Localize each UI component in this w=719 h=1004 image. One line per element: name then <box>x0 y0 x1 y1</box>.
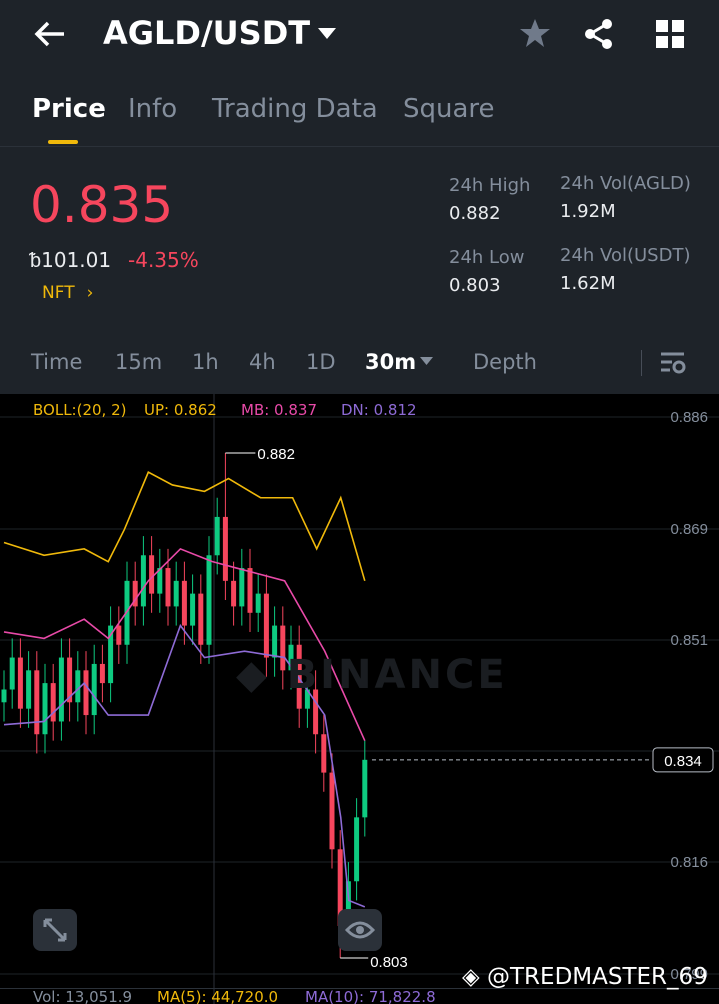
max-price-label: 0.882 <box>257 446 295 463</box>
candle-body <box>26 670 32 709</box>
candle-body <box>99 663 105 684</box>
boll-dn: DN: 0.812 <box>341 401 417 419</box>
watermark-text: @TREDMASTER_69 <box>487 964 708 990</box>
low-label: 24h Low <box>449 247 525 268</box>
candle-body <box>50 683 56 722</box>
y-tick-label: 0.886 <box>670 409 708 426</box>
candle-body <box>9 657 15 690</box>
nft-tag-link[interactable]: NFT › <box>42 283 93 303</box>
min-price-label: 0.803 <box>370 954 408 971</box>
dropdown-icon[interactable] <box>318 28 336 40</box>
vol-quote-value: 1.62M <box>560 273 616 294</box>
boll-mb: MB: 0.837 <box>241 401 317 419</box>
interval-1h[interactable]: 1h <box>192 350 219 374</box>
visibility-button[interactable] <box>338 909 382 951</box>
candle-body <box>34 670 40 735</box>
grid-menu-icon[interactable] <box>656 20 684 48</box>
candle-body <box>1 689 7 703</box>
interval-4h[interactable]: 4h <box>249 350 276 374</box>
candle-body <box>362 759 368 818</box>
candle-body <box>165 568 171 607</box>
interval-1d[interactable]: 1D <box>306 350 336 374</box>
watermark-handle: ◈ @TREDMASTER_69 <box>462 964 708 990</box>
price-change: -4.35% <box>128 248 199 272</box>
price-chart[interactable]: 0.886 0.869 0.851 0.816 0.799 0.882 0.803 0.834… <box>0 394 719 1004</box>
low-value: 0.803 <box>449 275 501 296</box>
divider <box>0 146 719 147</box>
fiat-price: ᵬ101.01 <box>30 248 112 272</box>
high-value: 0.882 <box>449 203 501 224</box>
candle-body <box>75 670 81 703</box>
candle-body <box>231 580 237 607</box>
candle-body <box>190 593 196 626</box>
chevron-right-icon: › <box>86 283 94 303</box>
interval-time[interactable]: Time <box>31 350 82 374</box>
candle-body <box>17 657 23 709</box>
candle-body <box>173 580 179 607</box>
candle-body <box>91 663 97 716</box>
tab-square[interactable]: Square <box>403 94 495 124</box>
y-tick-label: 0.816 <box>670 854 708 871</box>
vol-quote-label: 24h Vol(USDT) <box>560 245 691 266</box>
candle-body <box>140 555 146 607</box>
expand-icon <box>43 918 67 942</box>
volume-value: Vol: 13,051.9 <box>33 988 133 1004</box>
candle-body <box>321 734 327 773</box>
candle-body <box>222 516 228 581</box>
candle-body <box>214 516 220 556</box>
interval-depth[interactable]: Depth <box>473 350 537 374</box>
share-icon[interactable] <box>583 18 615 50</box>
chart-settings-icon[interactable] <box>660 352 686 374</box>
current-price-label: 0.834 <box>664 753 702 770</box>
candle-body <box>116 625 122 645</box>
candle-body <box>58 657 64 722</box>
tab-info[interactable]: Info <box>128 94 177 124</box>
volume-ma10: MA(10): 71,822.8 <box>305 988 436 1004</box>
vol-base-value: 1.92M <box>560 201 616 222</box>
candle-body <box>206 555 212 645</box>
interval-dropdown-icon[interactable] <box>420 357 433 365</box>
nft-tag: NFT <box>42 283 75 303</box>
candle-body <box>42 683 48 735</box>
y-tick-label: 0.869 <box>670 521 708 538</box>
boll-up: UP: 0.862 <box>144 401 217 419</box>
binance-watermark: ◆ BINANCE <box>236 652 508 698</box>
interval-30m[interactable]: 30m <box>365 350 416 374</box>
vol-base-label: 24h Vol(AGLD) <box>560 173 691 194</box>
candle-body <box>149 555 155 594</box>
candle-body <box>247 568 253 613</box>
candle-body <box>255 593 261 613</box>
candle-body <box>198 593 204 645</box>
candle-body <box>354 817 360 882</box>
back-arrow-icon[interactable] <box>34 20 66 48</box>
separator <box>641 350 642 376</box>
candle-body <box>83 670 89 716</box>
candle-body <box>239 568 245 607</box>
candle-body <box>263 593 269 658</box>
y-tick-label: 0.851 <box>670 632 708 649</box>
volume-ma5: MA(5): 44,720.0 <box>157 988 279 1004</box>
eye-icon <box>345 921 375 939</box>
interval-15m[interactable]: 15m <box>115 350 162 374</box>
active-tab-indicator <box>48 140 78 144</box>
last-price: 0.835 <box>30 176 174 234</box>
pair-title[interactable]: AGLD/USDT <box>103 14 310 52</box>
candle-body <box>181 580 187 626</box>
tab-trading-data[interactable]: Trading Data <box>212 94 378 124</box>
top-bar: AGLD/USDT <box>0 0 719 75</box>
boll-params: BOLL:(20, 2) <box>33 401 127 419</box>
high-label: 24h High <box>449 175 531 196</box>
tab-price[interactable]: Price <box>32 94 106 124</box>
star-icon[interactable] <box>519 18 551 48</box>
candle-body <box>329 772 335 850</box>
fullscreen-button[interactable] <box>33 909 77 951</box>
